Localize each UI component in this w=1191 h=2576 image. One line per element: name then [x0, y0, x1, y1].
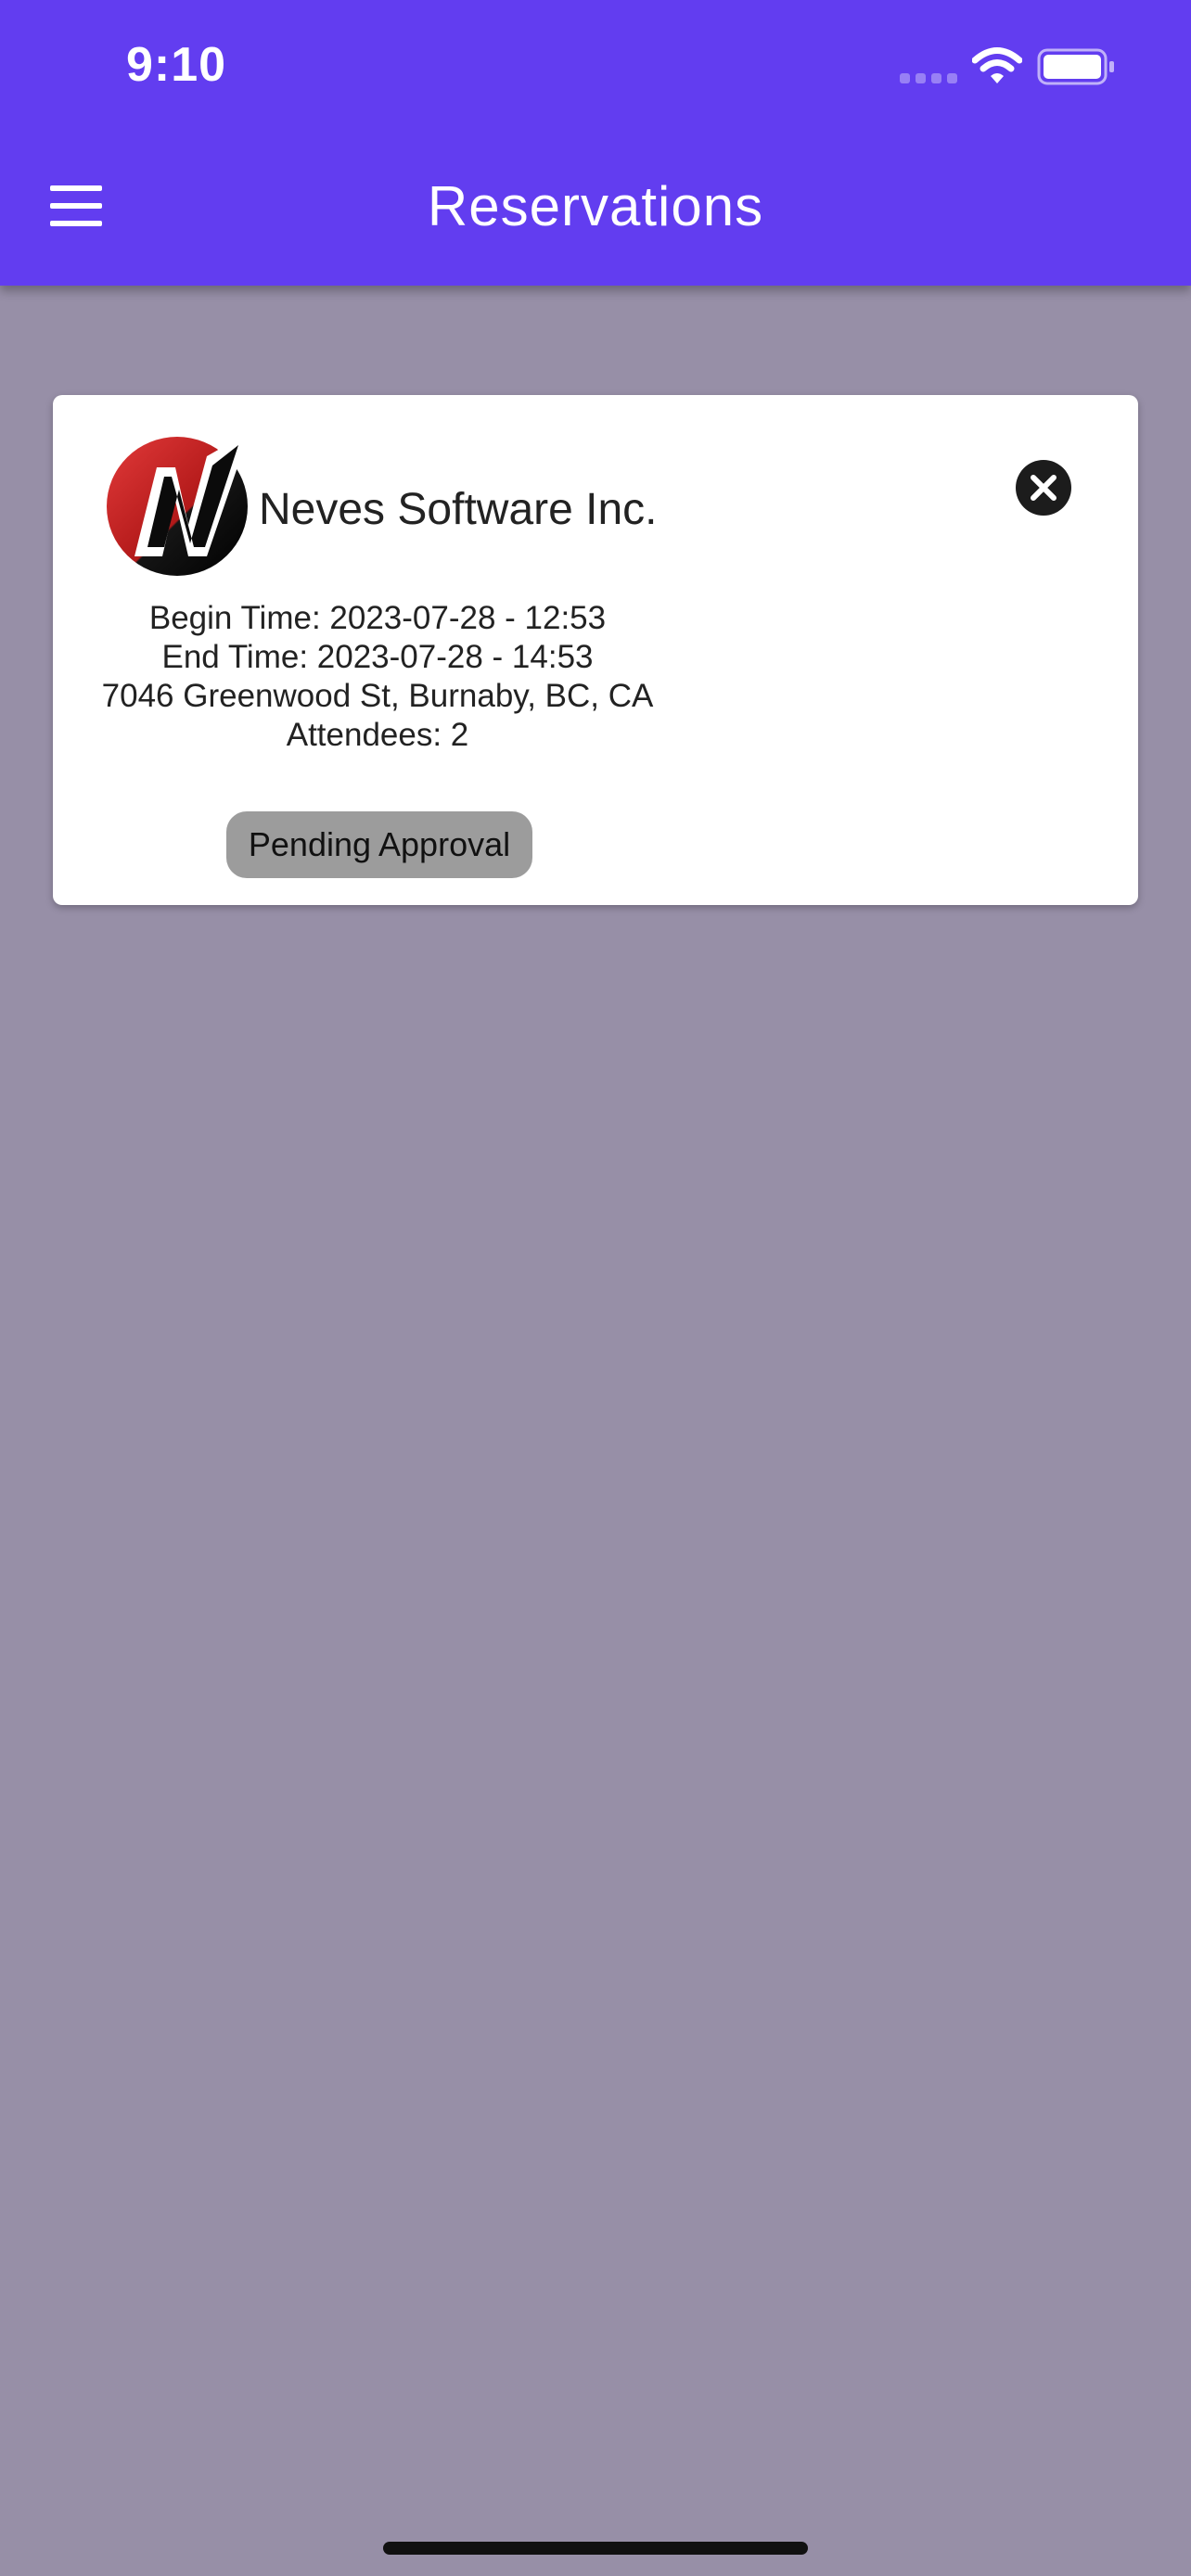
- wifi-icon: [972, 47, 1022, 83]
- reservation-details: Begin Time: 2023-07-28 - 12:53 End Time:…: [81, 599, 674, 755]
- reservation-card: Neves Software Inc. Begin Time: 2023-07-…: [53, 395, 1138, 905]
- status-bar-time: 9:10: [126, 38, 227, 92]
- address: 7046 Greenwood St, Burnaby, BC, CA: [101, 678, 654, 714]
- end-time: End Time: 2023-07-28 - 14:53: [161, 639, 594, 675]
- page-title: Reservations: [427, 175, 764, 237]
- status-badge: Pending Approval: [226, 811, 532, 878]
- app-header: 9:10 Reservations: [0, 0, 1191, 286]
- begin-time: Begin Time: 2023-07-28 - 12:53: [148, 600, 607, 636]
- attendees: Attendees: 2: [286, 717, 469, 753]
- close-icon[interactable]: [1016, 460, 1071, 516]
- battery-icon: [1037, 48, 1114, 85]
- home-indicator: [383, 2542, 808, 2555]
- company-logo-icon: [107, 432, 250, 576]
- cellular-signal-icon: [900, 73, 957, 84]
- company-name: Neves Software Inc.: [259, 485, 658, 534]
